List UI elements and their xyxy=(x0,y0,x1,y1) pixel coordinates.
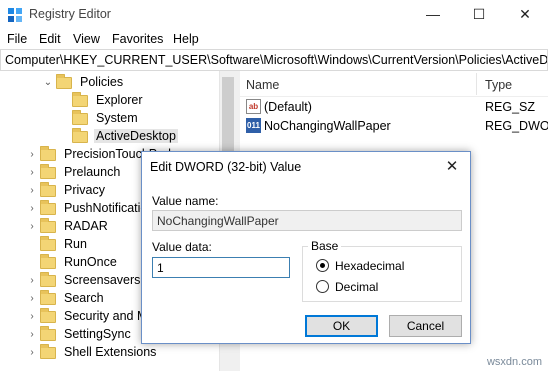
folder-icon xyxy=(40,290,56,305)
value-type: REG_SZ xyxy=(485,100,536,114)
tree-item-label: System xyxy=(96,111,138,125)
column-divider[interactable] xyxy=(476,73,477,95)
window-title: Registry Editor xyxy=(29,7,111,21)
tree-item-label: Prelaunch xyxy=(64,165,121,179)
folder-icon xyxy=(40,218,56,233)
value-name: NoChangingWallPaper xyxy=(264,119,391,133)
value-data-label: Value data: xyxy=(152,240,212,254)
column-header-name[interactable]: Name xyxy=(246,78,279,92)
folder-icon xyxy=(40,164,56,179)
chevron-right-icon[interactable]: › xyxy=(26,272,38,290)
value-name-label: Value name: xyxy=(152,194,219,208)
string-value-icon: ab xyxy=(246,99,261,114)
chevron-right-icon[interactable]: › xyxy=(26,344,38,362)
close-button[interactable]: ✕ xyxy=(502,0,548,29)
folder-icon xyxy=(40,272,56,287)
dialog-close-button[interactable]: ✕ xyxy=(434,152,470,182)
value-name: (Default) xyxy=(264,100,312,114)
chevron-right-icon[interactable]: › xyxy=(26,146,38,164)
value-data-field[interactable] xyxy=(152,257,290,278)
menu-favorites[interactable]: Favorites xyxy=(112,32,163,46)
title-bar: Registry Editor — ☐ ✕ xyxy=(0,0,548,29)
menu-file[interactable]: File xyxy=(7,32,27,46)
value-row-nochangingwallpaper[interactable]: 011 NoChangingWallPaper REG_DWORD xyxy=(240,116,548,136)
address-path: Computer\HKEY_CURRENT_USER\Software\Micr… xyxy=(5,53,548,67)
hexadecimal-radio[interactable] xyxy=(316,259,329,272)
address-bar[interactable]: Computer\HKEY_CURRENT_USER\Software\Micr… xyxy=(0,49,548,71)
chevron-right-icon[interactable]: › xyxy=(26,326,38,344)
tree-item-label: Screensavers xyxy=(64,273,141,287)
menu-bar: File Edit View Favorites Help xyxy=(0,29,548,49)
list-header: Name Type xyxy=(240,71,548,97)
decimal-radio[interactable] xyxy=(316,280,329,293)
column-header-type[interactable]: Type xyxy=(485,78,512,92)
decimal-label[interactable]: Decimal xyxy=(335,280,378,294)
tree-item-label: Privacy xyxy=(64,183,105,197)
chevron-right-icon[interactable]: › xyxy=(26,218,38,236)
menu-view[interactable]: View xyxy=(73,32,100,46)
chevron-right-icon[interactable]: › xyxy=(26,164,38,182)
base-label: Base xyxy=(308,239,342,253)
dialog-title: Edit DWORD (32-bit) Value xyxy=(150,160,302,174)
ok-button[interactable]: OK xyxy=(305,315,378,337)
folder-icon xyxy=(72,92,88,107)
watermark: wsxdn.com xyxy=(486,356,542,368)
registry-editor-icon xyxy=(8,8,22,22)
cancel-button[interactable]: Cancel xyxy=(389,315,462,337)
folder-icon xyxy=(40,236,56,251)
tree-item-label: Run xyxy=(64,237,87,251)
tree-item-label: SettingSync xyxy=(64,327,131,341)
folder-icon xyxy=(56,74,72,89)
folder-icon xyxy=(40,200,56,215)
folder-icon xyxy=(40,182,56,197)
chevron-down-icon[interactable]: ⌄ xyxy=(42,74,54,92)
minimize-button[interactable]: — xyxy=(410,0,456,29)
value-row-default[interactable]: ab (Default) REG_SZ xyxy=(240,97,548,117)
value-type: REG_DWORD xyxy=(485,119,548,133)
dword-value-icon: 011 xyxy=(246,118,261,133)
tree-item-label: Explorer xyxy=(96,93,143,107)
chevron-right-icon[interactable]: › xyxy=(26,200,38,218)
menu-edit[interactable]: Edit xyxy=(39,32,61,46)
menu-help[interactable]: Help xyxy=(173,32,199,46)
base-group xyxy=(302,246,462,302)
tree-item-label: RunOnce xyxy=(64,255,117,269)
tree-item-label: Search xyxy=(64,291,104,305)
tree-item-label: RADAR xyxy=(64,219,108,233)
chevron-right-icon[interactable]: › xyxy=(26,308,38,326)
value-name-field xyxy=(152,210,462,231)
tree-item-label: Policies xyxy=(80,75,124,89)
hexadecimal-label[interactable]: Hexadecimal xyxy=(335,259,404,273)
folder-icon xyxy=(72,110,88,125)
tree-item-label: Shell Extensions xyxy=(64,345,157,359)
folder-icon xyxy=(40,344,56,359)
folder-icon xyxy=(72,128,88,143)
chevron-right-icon[interactable]: › xyxy=(26,182,38,200)
folder-icon xyxy=(40,254,56,269)
folder-icon xyxy=(40,326,56,341)
tree-item-label: ActiveDesktop xyxy=(94,129,178,143)
edit-dword-dialog: Edit DWORD (32-bit) Value ✕ Value name: … xyxy=(141,151,471,344)
maximize-button[interactable]: ☐ xyxy=(456,0,502,29)
folder-icon xyxy=(40,146,56,161)
folder-icon xyxy=(40,308,56,323)
chevron-right-icon[interactable]: › xyxy=(26,290,38,308)
